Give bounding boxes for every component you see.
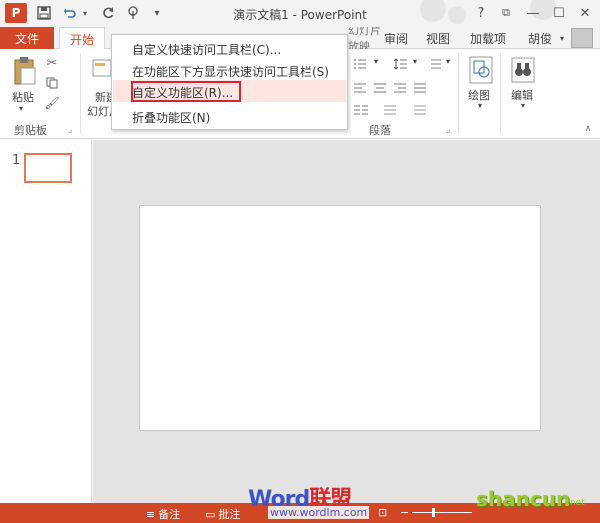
numbering-dropdown-icon[interactable]: ▾ xyxy=(374,57,378,66)
menu-item-collapse-ribbon[interactable]: 折叠功能区(N) xyxy=(132,107,210,127)
paragraph-group-label: 段落 xyxy=(369,124,391,137)
tab-file[interactable]: 文件 xyxy=(0,27,54,49)
group-divider xyxy=(80,53,81,133)
comments-label: 批注 xyxy=(218,508,241,521)
user-dropdown-icon[interactable]: ▾ xyxy=(556,27,568,49)
line-spacing-icon[interactable] xyxy=(393,57,409,71)
menu-item-customize-qat[interactable]: 自定义快速访问工具栏(C)... xyxy=(132,39,281,59)
menu-item-show-qat-below[interactable]: 在功能区下方显示快速访问工具栏(S) xyxy=(132,61,329,81)
zoom-slider-thumb[interactable] xyxy=(432,508,435,517)
zoom-slider[interactable] xyxy=(412,512,472,513)
tab-addins[interactable]: 加载项 xyxy=(460,27,516,49)
help-icon[interactable]: ? xyxy=(470,3,492,23)
drawing-dropdown-icon[interactable]: ▾ xyxy=(478,101,482,110)
paste-icon[interactable] xyxy=(10,55,40,87)
line-spacing-dropdown-icon[interactable]: ▾ xyxy=(413,57,417,66)
group-divider xyxy=(458,53,459,133)
title-bar: P ▾ ▾ 演示文稿1 - PowerPoint ? ⧉ — ☐ ✕ xyxy=(0,0,600,27)
paste-label[interactable]: 粘贴 xyxy=(12,89,34,105)
highlight-box xyxy=(131,81,241,102)
slide-thumbnail-pane: 1 xyxy=(0,140,92,503)
text-direction-dropdown-icon[interactable]: ▾ xyxy=(446,57,450,66)
notes-button[interactable]: ≡ 备注 xyxy=(146,506,180,522)
paste-dropdown-icon[interactable]: ▾ xyxy=(19,104,23,113)
collapse-ribbon-icon[interactable]: ∧ xyxy=(582,123,594,135)
slideshow-view-icon[interactable]: ⊡ xyxy=(378,506,387,519)
slide-number: 1 xyxy=(12,153,21,168)
zoom-out-icon[interactable]: − xyxy=(400,506,409,519)
clipboard-group-label: 剪贴板 xyxy=(14,124,47,137)
user-name[interactable]: 胡俊 xyxy=(522,27,558,49)
notes-label: 备注 xyxy=(158,508,181,521)
align-buttons[interactable] xyxy=(352,81,442,95)
drawing-icon[interactable] xyxy=(468,55,494,85)
paragraph-launcher-icon[interactable]: ⌟ xyxy=(446,125,450,135)
notes-icon: ≡ xyxy=(146,507,156,521)
slide-canvas[interactable] xyxy=(139,205,541,431)
close-icon[interactable]: ✕ xyxy=(574,3,596,23)
text-direction-icon[interactable] xyxy=(428,57,444,71)
customize-qat-menu: 自定义快速访问工具栏(C)... 在功能区下方显示快速访问工具栏(S) 自定义功… xyxy=(111,34,348,130)
watermark-url: www.wordlm.com xyxy=(268,506,370,519)
avatar[interactable] xyxy=(571,28,593,48)
columns-buttons[interactable] xyxy=(352,103,442,117)
editing-dropdown-icon[interactable]: ▾ xyxy=(521,101,525,110)
ribbon-display-options-icon[interactable]: ⧉ xyxy=(495,3,517,23)
cut-icon[interactable]: ✂ xyxy=(44,55,60,71)
group-divider xyxy=(500,53,501,133)
numbering-icon[interactable] xyxy=(352,57,368,71)
slide-thumbnail[interactable] xyxy=(24,153,72,183)
format-painter-icon[interactable]: 🖌 xyxy=(44,95,60,111)
maximize-icon[interactable]: ☐ xyxy=(548,3,570,23)
tab-view[interactable]: 视图 xyxy=(418,27,458,49)
tab-home[interactable]: 开始 xyxy=(59,27,105,50)
copy-icon[interactable] xyxy=(44,75,60,91)
comments-icon: ▭ xyxy=(205,507,216,521)
tab-review[interactable]: 审阅 xyxy=(376,27,416,49)
minimize-icon[interactable]: — xyxy=(522,3,544,23)
comments-button[interactable]: ▭ 批注 xyxy=(205,506,240,522)
clipboard-launcher-icon[interactable]: ⌟ xyxy=(68,125,72,135)
shancun-watermark-logo: shancun xyxy=(476,487,571,511)
shancun-watermark-net: .net xyxy=(567,498,585,508)
binoculars-icon[interactable] xyxy=(510,55,536,85)
